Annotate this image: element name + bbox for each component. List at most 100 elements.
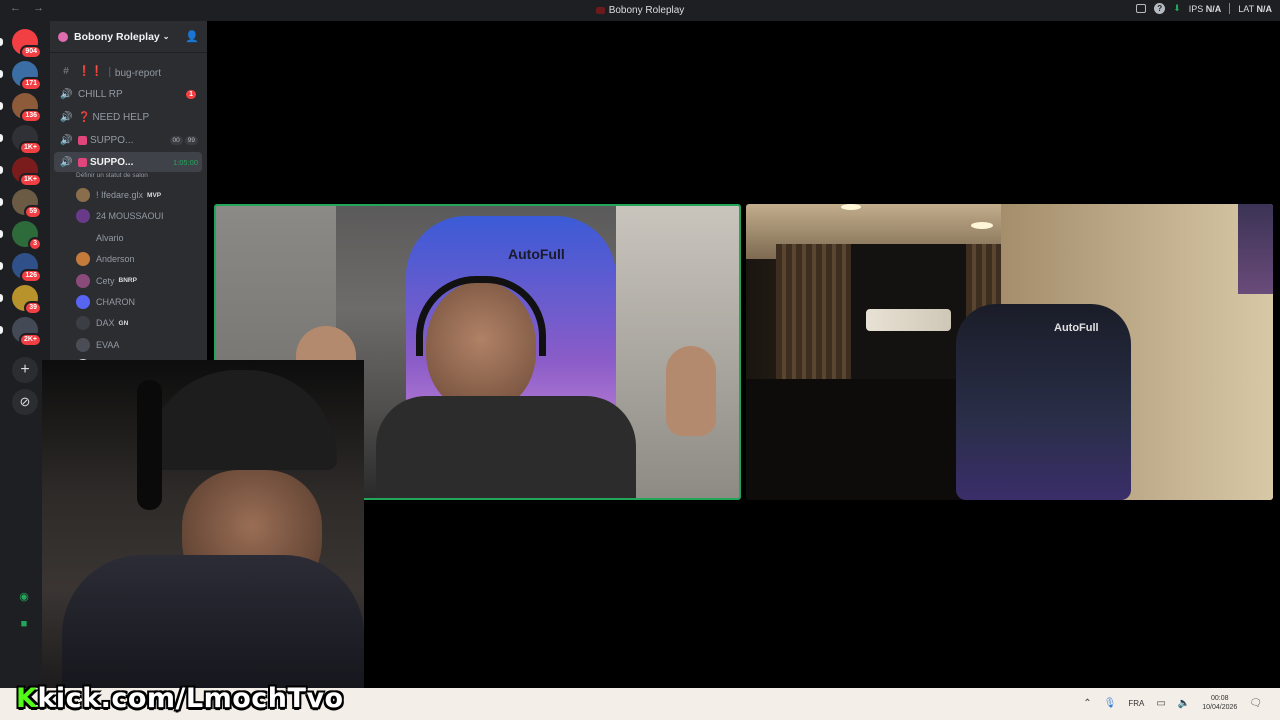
help-icon[interactable]: ? — [1154, 3, 1166, 14]
call-timer: 1:05:00 — [172, 157, 198, 167]
camera-icon[interactable]: ■ — [10, 614, 38, 634]
chevron-down-icon: ⌄ — [162, 32, 170, 41]
lat-stat: LAT N/A — [1238, 4, 1272, 14]
voice-user[interactable]: CHARON — [76, 292, 200, 312]
avatar — [76, 230, 90, 245]
unread-badge: 39 — [24, 301, 42, 315]
voice-channel[interactable]: 🔊 ❓ NEED HELP — [54, 107, 202, 127]
unread-badge: 1K+ — [18, 141, 42, 155]
channel-name: ｜bug-report — [104, 67, 162, 79]
unread-badge: 171 — [20, 77, 42, 91]
voice-user[interactable]: EVAA — [76, 335, 200, 355]
voice-connected-icon[interactable]: ◉ — [10, 586, 38, 606]
window-title: Bobony Roleplay — [0, 5, 1280, 16]
clock[interactable]: 00:08 10/04/2026 — [1202, 694, 1237, 712]
server-icon[interactable]: 39 — [12, 285, 42, 315]
unread-badge: 1K+ — [18, 173, 42, 187]
user-name: 24 MOUSSAOUI — [96, 211, 164, 222]
channel-emoji-icon — [78, 135, 87, 145]
unread-badge: 3 — [28, 237, 42, 251]
server-icon[interactable]: 126 — [12, 253, 42, 283]
streamer-webcam — [42, 360, 364, 688]
unread-badge: 2K+ — [18, 333, 42, 347]
text-channel[interactable]: # ❗❗ ｜bug-report — [54, 61, 202, 81]
video-tile[interactable]: AutoFull — [746, 204, 1273, 500]
voice-channel[interactable]: 🔊 CHILL RP 1 — [54, 84, 202, 104]
count-pill: 99 — [184, 135, 198, 145]
channel-name: NEED HELP — [92, 111, 150, 123]
title-bar-right: ? ⬇ IPS N/A LAT N/A — [1136, 3, 1272, 14]
tray-chevron-up-icon[interactable]: ⌃ — [1083, 698, 1091, 709]
person-body — [376, 396, 636, 498]
server-name: Bobony Roleplay — [74, 30, 160, 43]
unread-pill — [0, 230, 3, 238]
avatar — [76, 188, 90, 202]
unread-pill — [0, 294, 3, 302]
user-tag: MVP — [147, 191, 162, 199]
voice-user[interactable]: 24 MOUSSAOUI — [76, 206, 200, 226]
user-tag: BNRP — [118, 277, 137, 285]
volume-icon[interactable]: 🔈 — [1178, 698, 1190, 709]
inbox-icon[interactable] — [1136, 4, 1147, 13]
add-server-button[interactable]: + — [12, 357, 38, 383]
unread-badge: 126 — [20, 269, 42, 283]
server-header[interactable]: Bobony Roleplay ⌄ 👤 — [50, 21, 207, 53]
speaker-icon: 🔊 — [60, 88, 73, 100]
ips-stat: IPS N/A — [1189, 4, 1222, 14]
mention-badge: 1 — [186, 89, 196, 99]
speaker-icon: 🔊 — [60, 134, 73, 146]
invite-people-icon[interactable]: 👤 — [185, 30, 199, 43]
voice-user[interactable]: DAX GN — [76, 313, 200, 333]
server-icon[interactable]: 136 — [12, 93, 42, 123]
ips-label: IPS — [1188, 3, 1204, 14]
voice-channel[interactable]: 🔊 SUPPO... 1:05:00 — [54, 152, 202, 172]
chair-brand-label: AutoFull — [508, 246, 565, 262]
system-tray: ⌃ 🎙 FRA ▭ 🔈 00:08 10/04/2026 🗨 — [1083, 694, 1262, 712]
server-icon[interactable]: 1K+ — [12, 125, 42, 155]
download-icon[interactable]: ⬇ — [1173, 3, 1181, 14]
notifications-icon[interactable]: 🗨 — [1249, 698, 1262, 709]
avatar — [76, 316, 90, 331]
unread-pill — [0, 262, 3, 270]
unread-pill — [0, 198, 3, 206]
channel-name: SUPPO... — [90, 156, 134, 168]
voice-user[interactable]: Alvario — [76, 228, 200, 248]
server-icon[interactable]: 904 — [12, 29, 42, 59]
kick-watermark: Kkick.com/LmochTvo — [16, 683, 344, 714]
title-bar: ← → Bobony Roleplay ? ⬇ IPS N/A LAT N/A — [0, 0, 1280, 21]
server-logo-icon — [595, 6, 605, 14]
user-name: Anderson — [96, 254, 135, 265]
network-icon[interactable]: ▭ — [1156, 698, 1165, 709]
voice-user[interactable]: Anderson — [76, 249, 200, 269]
user-name: DAX — [96, 318, 115, 329]
ips-value: N/A — [1205, 3, 1222, 14]
avatar — [76, 209, 90, 224]
user-limit-pills: 00 99 — [169, 135, 198, 145]
server-icon[interactable]: 1K+ — [12, 157, 42, 187]
explore-servers-icon[interactable]: ⊘ — [12, 389, 38, 415]
channel-prefix: ❓ — [78, 111, 91, 123]
server-icon[interactable]: 2K+ — [12, 317, 42, 347]
user-name: ! Ifedare.glx — [96, 190, 144, 200]
clock-date: 10/04/2026 — [1202, 704, 1238, 711]
kick-logo: K — [16, 683, 38, 714]
server-icon[interactable]: 59 — [12, 189, 42, 219]
user-name: EVAA — [96, 339, 120, 350]
channel-status-hint[interactable]: Définir un statut de salon — [76, 172, 148, 179]
language-indicator[interactable]: FRA — [1128, 699, 1144, 708]
voice-channel[interactable]: 🔊 SUPPO... 00 99 — [54, 130, 202, 150]
voice-user[interactable]: Cety BNRP — [76, 271, 200, 291]
clock-time: 00:08 — [1211, 695, 1229, 702]
server-icon[interactable]: 3 — [12, 221, 42, 251]
user-name: Alvario — [96, 232, 124, 243]
kick-url: kick.com/LmochTvo — [37, 683, 344, 714]
right-hand — [666, 346, 716, 436]
microphone-icon[interactable]: 🎙 — [1104, 698, 1117, 709]
unread-pill — [0, 38, 3, 46]
unread-badge: 59 — [24, 205, 42, 219]
server-icon[interactable]: 171 — [12, 61, 42, 91]
unread-pill — [0, 326, 3, 334]
voice-user[interactable]: ! Ifedare.glx MVP — [76, 185, 200, 205]
unread-pill — [0, 102, 3, 110]
channel-name: SUPPO... — [90, 134, 134, 146]
